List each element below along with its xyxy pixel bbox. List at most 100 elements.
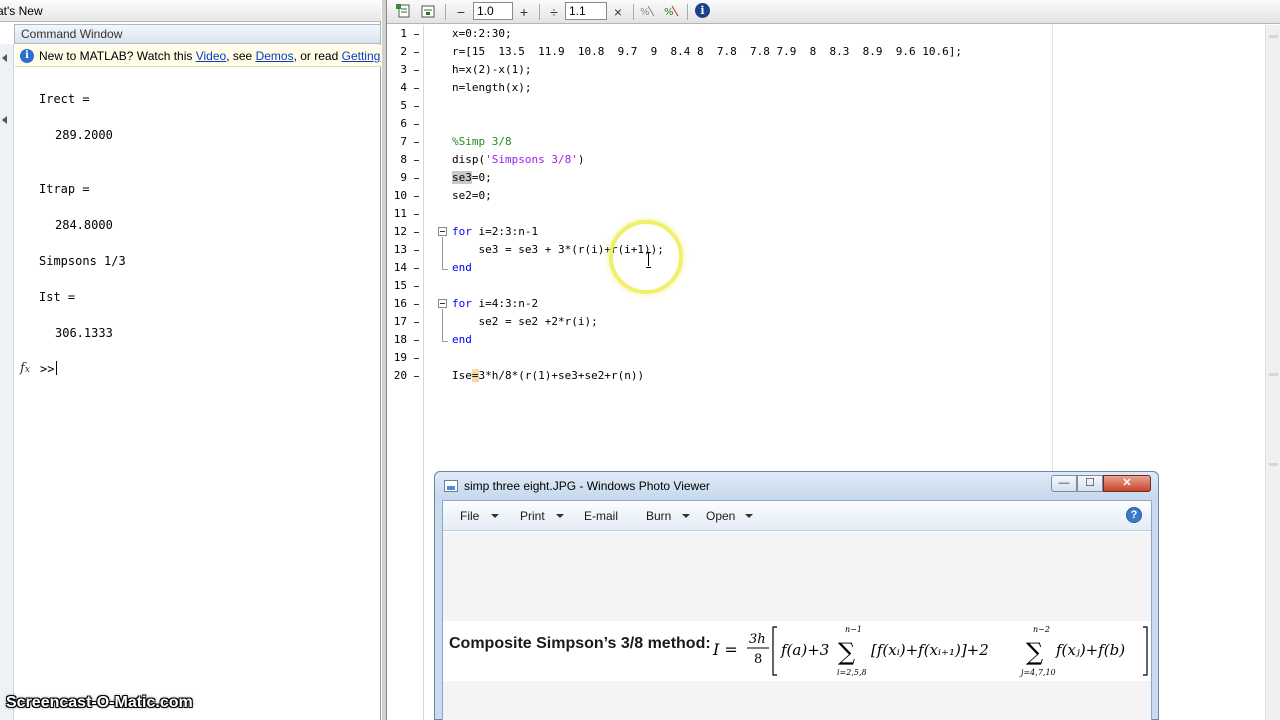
breakpoint-marker[interactable] <box>414 178 419 179</box>
insert-cell-icon[interactable] <box>395 3 411 19</box>
close-button[interactable]: ✕ <box>1103 475 1151 492</box>
breakpoint-marker[interactable] <box>414 52 419 53</box>
command-window-output[interactable]: Irect = 289.2000 Itrap = 284.8000 Simpso… <box>14 67 380 720</box>
chevron-down-icon[interactable] <box>745 514 753 518</box>
line-number[interactable]: 17 <box>387 313 407 331</box>
command-prompt[interactable]: >> <box>40 361 58 377</box>
menu-print[interactable]: Print <box>520 501 545 531</box>
chevron-down-icon[interactable] <box>491 514 499 518</box>
chevron-down-icon[interactable] <box>556 514 564 518</box>
keyword-end: end <box>452 333 472 346</box>
photo-viewer-menubar: File Print E-mail Burn Open ? <box>443 501 1151 531</box>
breakpoint-marker[interactable] <box>414 376 419 377</box>
line-number[interactable]: 16 <box>387 295 407 313</box>
maximize-button[interactable]: ☐ <box>1077 475 1103 492</box>
minimize-button[interactable]: — <box>1051 475 1077 492</box>
breakpoint-marker[interactable] <box>414 70 419 71</box>
increment-button[interactable]: + <box>514 2 534 22</box>
code-line-7-comment: %Simp 3/8 <box>452 135 512 148</box>
breakpoint-marker[interactable] <box>414 88 419 89</box>
breakpoint-marker[interactable] <box>414 34 419 35</box>
prompt-symbol: >> <box>40 362 55 376</box>
line-number[interactable]: 19 <box>387 349 407 367</box>
breakpoint-marker[interactable] <box>414 268 419 269</box>
output-value: 284.8000 <box>55 218 113 232</box>
photo-viewer-content: File Print E-mail Burn Open ? Composite … <box>442 500 1152 720</box>
line-number[interactable]: 8 <box>387 151 407 169</box>
code-line-10: se2=0; <box>452 189 492 202</box>
breakpoint-marker[interactable] <box>414 358 419 359</box>
line-number[interactable]: 1 <box>387 25 407 43</box>
breakpoint-marker[interactable] <box>414 286 419 287</box>
line-number[interactable]: 10 <box>387 187 407 205</box>
demos-link[interactable]: Demos <box>256 49 294 63</box>
line-number[interactable]: 5 <box>387 97 407 115</box>
line-number[interactable]: 20 <box>387 367 407 385</box>
help-icon[interactable]: i <box>695 3 710 18</box>
fold-toggle-icon[interactable] <box>438 227 447 236</box>
command-window-header[interactable]: Command Window <box>14 24 381 44</box>
line-number[interactable]: 13 <box>387 241 407 259</box>
menu-burn[interactable]: Burn <box>646 501 671 531</box>
keyword-for: for <box>452 297 472 310</box>
code-token: ) <box>577 153 585 166</box>
menu-email[interactable]: E-mail <box>584 501 618 531</box>
code-token: i=4:3:n-2 <box>471 297 539 310</box>
line-number[interactable]: 18 <box>387 331 407 349</box>
video-link[interactable]: Video <box>196 49 226 63</box>
line-number[interactable]: 15 <box>387 277 407 295</box>
line-number[interactable]: 4 <box>387 79 407 97</box>
help-icon[interactable]: ? <box>1126 507 1142 523</box>
line-number[interactable]: 7 <box>387 133 407 151</box>
menu-open[interactable]: Open <box>706 501 735 531</box>
breakpoint-marker[interactable] <box>414 304 419 305</box>
line-number[interactable]: 11 <box>387 205 407 223</box>
breakpoint-marker[interactable] <box>414 322 419 323</box>
code-line-16: for i=4:3:n-2 <box>452 295 538 313</box>
increment-value-input[interactable]: 1.0 <box>473 2 513 20</box>
collapse-arrow-icon[interactable] <box>2 116 7 124</box>
output-variable: Itrap = <box>39 182 90 196</box>
fold-toggle-icon[interactable] <box>438 299 447 308</box>
breakpoint-marker[interactable] <box>414 214 419 215</box>
menu-file[interactable]: File <box>460 501 479 531</box>
line-number[interactable]: 2 <box>387 43 407 61</box>
breakpoint-marker[interactable] <box>414 196 419 197</box>
line-number[interactable]: 6 <box>387 115 407 133</box>
breakpoint-marker[interactable] <box>414 142 419 143</box>
decrement-button[interactable]: − <box>451 2 471 22</box>
cell-divider-icon[interactable] <box>420 3 436 19</box>
chevron-down-icon[interactable] <box>682 514 690 518</box>
line-number[interactable]: 3 <box>387 61 407 79</box>
cell-sections-icon[interactable]: % <box>663 3 679 19</box>
divide-button[interactable]: ÷ <box>544 2 564 22</box>
scale-value-input[interactable]: 1.1 <box>565 2 607 20</box>
code-line-8: disp('Simpsons 3/8') <box>452 151 584 169</box>
displayed-image: Composite Simpson’s 3/8 method: I = 3h 8… <box>443 532 1151 720</box>
line-number-gutter: 1 2 3 4 5 6 7 8 9 10 11 12 13 14 15 16 17 18 19 20 <box>387 25 424 720</box>
output-value: 306.1333 <box>55 326 113 340</box>
line-number[interactable]: 14 <box>387 259 407 277</box>
multiply-button[interactable]: × <box>608 2 628 22</box>
code-line-2: r=[15 13.5 11.9 10.8 9.7 9 8.4 8 7.8 7.8… <box>452 45 962 58</box>
code-line-12: for i=2:3:n-1 <box>452 223 538 241</box>
tab-whats-new[interactable]: at's New <box>0 0 381 22</box>
output-text: Simpsons 1/3 <box>39 254 126 268</box>
breakpoint-marker[interactable] <box>414 124 419 125</box>
breakpoint-marker[interactable] <box>414 106 419 107</box>
breakpoint-marker[interactable] <box>414 250 419 251</box>
fold-guide-end <box>442 269 448 270</box>
breakpoint-marker[interactable] <box>414 232 419 233</box>
getting-started-link[interactable]: Getting S <box>342 49 381 63</box>
photo-viewer-titlebar[interactable]: simp three eight.JPG - Windows Photo Vie… <box>435 472 1158 500</box>
breakpoint-marker[interactable] <box>414 340 419 341</box>
line-number[interactable]: 12 <box>387 223 407 241</box>
vertical-scrollbar[interactable] <box>1265 25 1280 720</box>
command-window-title: Command Window <box>21 27 123 41</box>
show-cell-titles-icon[interactable]: % <box>639 3 655 19</box>
breakpoint-marker[interactable] <box>414 160 419 161</box>
function-browser-icon[interactable]: fx <box>20 361 30 376</box>
line-number[interactable]: 9 <box>387 169 407 187</box>
fold-guide <box>442 309 443 341</box>
collapse-arrow-icon[interactable] <box>2 54 7 62</box>
